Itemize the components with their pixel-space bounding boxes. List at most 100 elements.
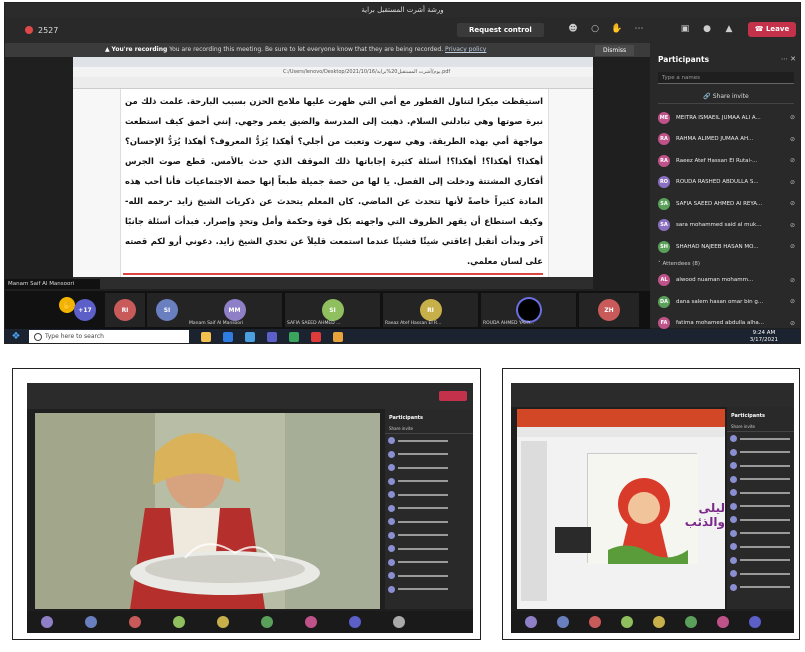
video-tile[interactable]: MM Manam Saif Al Mansoori [187, 293, 282, 327]
participant-name [398, 547, 448, 550]
tile-avatar[interactable] [589, 616, 601, 628]
avatar: SH [658, 240, 670, 253]
avatar [730, 556, 737, 564]
tile-avatar[interactable] [129, 616, 141, 628]
camera-icon[interactable]: ▣ [679, 24, 691, 35]
tile-avatar[interactable] [685, 616, 697, 628]
participant-row[interactable] [385, 488, 473, 502]
participant-row[interactable]: AL alwood nuaman mohamm... ⊘ [658, 270, 800, 292]
participant-row[interactable]: SA sara mohammed said al muk... ⊘ [658, 215, 800, 237]
participant-row[interactable]: RA RAHMA ALIMED JUMAA AH... ⊘ [658, 129, 800, 151]
chat-icon[interactable]: ○ [589, 24, 601, 35]
participant-name [398, 439, 448, 442]
teams-icon[interactable] [267, 332, 277, 342]
participant-row[interactable] [727, 567, 794, 581]
participant-row[interactable]: SA SAFIA SAEED AHMED Al REYA... ⊘ [658, 193, 800, 215]
participant-row[interactable] [727, 540, 794, 554]
leave-button[interactable]: ☎ Leave [748, 22, 796, 37]
participant-row[interactable] [385, 569, 473, 583]
tile-avatar[interactable] [557, 616, 569, 628]
chrome-icon[interactable] [333, 332, 343, 342]
participant-row[interactable]: RO ROUDA RASHED ABDULLA S... ⊘ [658, 172, 800, 194]
raise-hand-icon[interactable]: ✋ [611, 24, 623, 35]
participant-row[interactable] [385, 434, 473, 448]
attendees-header[interactable]: ˅ Attendees (8) [658, 258, 800, 270]
tile-avatar[interactable] [41, 616, 53, 628]
participant-row[interactable] [727, 446, 794, 460]
tile-avatar[interactable] [85, 616, 97, 628]
participant-name [398, 453, 448, 456]
tile-avatar[interactable] [349, 616, 361, 628]
avatar [730, 502, 737, 510]
participant-row[interactable] [727, 459, 794, 473]
video-tile[interactable]: SI [147, 293, 187, 327]
close-icon[interactable]: ⋯ ✕ [781, 55, 796, 63]
participant-row[interactable] [727, 527, 794, 541]
people-icon[interactable]: ☻ [567, 24, 579, 35]
participant-row[interactable] [385, 502, 473, 516]
call-timer: 2527 [25, 26, 58, 35]
participant-row[interactable] [385, 583, 473, 597]
participant-row[interactable] [727, 500, 794, 514]
participant-row[interactable] [385, 515, 473, 529]
call-toolbar [27, 383, 473, 409]
file-explorer-icon[interactable] [201, 332, 211, 342]
participant-row[interactable] [727, 432, 794, 446]
dismiss-button[interactable]: Dismiss [595, 45, 635, 56]
share-invite-button[interactable]: Share invite [727, 422, 794, 432]
tile-avatar[interactable] [261, 616, 273, 628]
tile-avatar[interactable] [621, 616, 633, 628]
video-tile[interactable]: RI Raeaz Atef Hassan El R... [383, 293, 478, 327]
mail-icon[interactable] [245, 332, 255, 342]
participant-row[interactable] [727, 513, 794, 527]
tile-avatar[interactable] [749, 616, 761, 628]
tile-avatar[interactable] [393, 616, 405, 628]
edge-icon[interactable] [223, 332, 233, 342]
video-tiles [27, 611, 473, 633]
participant-row[interactable]: DA dana salem hasan omar bin g... ⊘ [658, 291, 800, 313]
participant-row[interactable]: ME MEITRA ISMAEIL JUMAA ALI A... ⊘ [658, 107, 800, 129]
participant-row[interactable] [727, 486, 794, 500]
tile-avatar[interactable] [717, 616, 729, 628]
recording-dot-icon [25, 26, 33, 34]
participant-row[interactable] [385, 448, 473, 462]
privacy-policy-link[interactable]: Privacy policy [445, 46, 486, 53]
participant-row[interactable] [727, 581, 794, 595]
participant-row[interactable] [385, 542, 473, 556]
participant-row[interactable] [385, 461, 473, 475]
participant-row[interactable]: SH SHAHAD NAJEEB HASAN MO... ⊘ [658, 236, 800, 258]
video-tile[interactable]: RI [105, 293, 145, 327]
address-bar[interactable]: C:/Users/lenovo/Desktop/2021/10/16/يوم/أ… [73, 67, 593, 77]
leave-button[interactable] [439, 391, 467, 401]
participant-row[interactable] [385, 529, 473, 543]
more-icon[interactable]: ⋯ [633, 24, 645, 35]
clock-time: 9:24 AM [752, 330, 776, 336]
pdf-app-icon[interactable] [311, 332, 321, 342]
video-tile[interactable]: ROUDA AHMED YAHY... [481, 293, 576, 327]
share-invite-label: Share invite [712, 93, 749, 100]
tile-avatar[interactable] [305, 616, 317, 628]
taskbar-search-input[interactable]: Type here to search [29, 330, 189, 343]
participant-row[interactable]: RA Raeez Atef Hassan El Rutai-... ⊘ [658, 150, 800, 172]
tile-avatar[interactable] [653, 616, 665, 628]
tile-avatar[interactable] [525, 616, 537, 628]
share-screen-icon[interactable]: ▲ [723, 24, 735, 35]
participant-name [740, 572, 790, 575]
windows-start-icon[interactable]: ❖ [9, 330, 23, 343]
participant-row[interactable] [727, 554, 794, 568]
app-icon[interactable] [289, 332, 299, 342]
participant-row[interactable] [727, 473, 794, 487]
video-tile[interactable]: +17 [65, 293, 105, 327]
request-control-button[interactable]: Request control [457, 23, 544, 37]
share-invite-button[interactable]: 🔗 Share invite [658, 90, 794, 104]
share-invite-button[interactable]: Share invite [385, 424, 473, 434]
timer-value: 2527 [38, 25, 59, 35]
microphone-icon[interactable]: ● [701, 24, 713, 35]
tile-avatar[interactable] [173, 616, 185, 628]
participant-row[interactable] [385, 556, 473, 570]
tile-avatar[interactable] [217, 616, 229, 628]
video-tile[interactable]: SI SAFIA SAEED AHMED ... [285, 293, 380, 327]
participant-row[interactable] [385, 475, 473, 489]
participant-search-input[interactable]: Type a names [658, 72, 794, 84]
video-tile[interactable]: ZH [579, 293, 639, 327]
